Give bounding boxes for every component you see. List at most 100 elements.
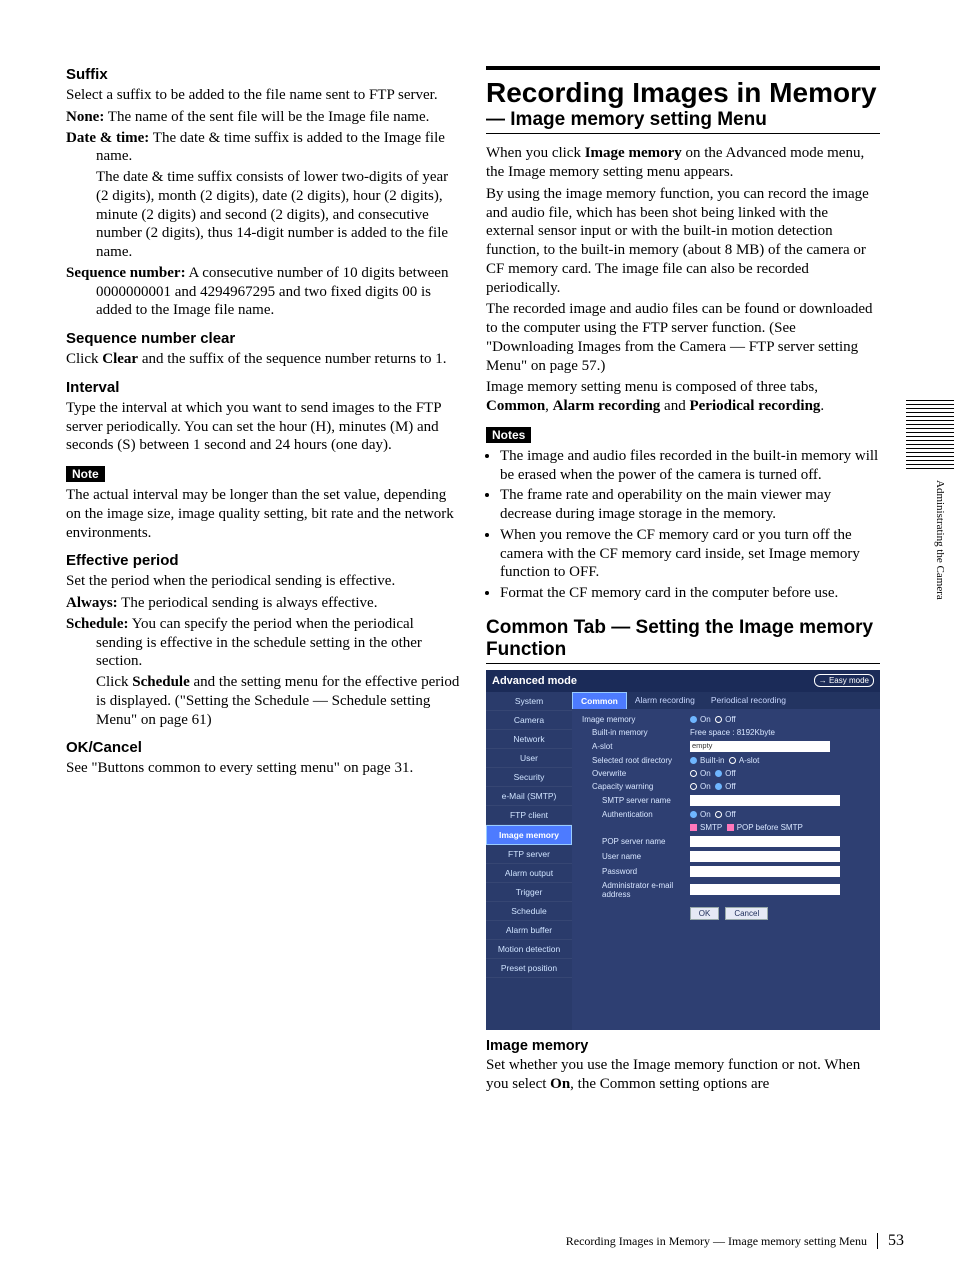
page-content: Suffix Select a suffix to be added to th… (0, 0, 954, 1096)
heading-seqclear: Sequence number clear (66, 330, 460, 347)
checkbox-pop-before-smtp[interactable] (727, 824, 734, 831)
sidebar-item-image-memory[interactable]: Image memory (486, 825, 572, 845)
row-smtp: SMTP server name (582, 795, 876, 806)
sidebar-item-network[interactable]: Network (486, 730, 572, 749)
heading-image-memory: Image memory (486, 1038, 880, 1054)
def-sequence: Sequence number: A consecutive number of… (66, 264, 460, 320)
radio-capw-on[interactable] (690, 783, 697, 790)
label-auth: Authentication (582, 810, 690, 819)
sidebar-item-motion-detection[interactable]: Motion detection (486, 940, 572, 959)
radio-imgmem-on[interactable] (690, 716, 697, 723)
page-footer: Recording Images in Memory — Image memor… (566, 1232, 904, 1250)
heading-okcancel: OK/Cancel (66, 739, 460, 756)
left-column: Suffix Select a suffix to be added to th… (66, 66, 460, 1096)
button-row: OK Cancel (582, 907, 876, 920)
sidebar-item-user[interactable]: User (486, 749, 572, 768)
label-builtin: Built-in memory (582, 728, 690, 737)
okcancel-text: See "Buttons common to every setting men… (66, 759, 460, 778)
suffix-definitions: None: The name of the sent file will be … (66, 108, 460, 320)
heading-common-tab: Common Tab — Setting the Image memory Fu… (486, 617, 880, 664)
label-selroot: Selected root directory (582, 756, 690, 765)
cancel-button[interactable]: Cancel (725, 907, 768, 920)
sidebar-item-ftp-client[interactable]: FTP client (486, 806, 572, 825)
side-section-label: Administrating the Camera (934, 480, 946, 600)
heading-effective: Effective period (66, 552, 460, 569)
interval-text: Type the interval at which you want to s… (66, 399, 460, 455)
def-schedule-detail: Click Schedule and the setting menu for … (66, 673, 460, 729)
label-username: User name (582, 852, 690, 861)
sidebar-item-schedule[interactable]: Schedule (486, 902, 572, 921)
easy-mode-button[interactable]: → Easy mode (814, 674, 874, 687)
sidebar-item-preset-position[interactable]: Preset position (486, 959, 572, 978)
label-capacity-warning: Capacity warning (582, 782, 690, 791)
right-p1: When you click Image memory on the Advan… (486, 144, 880, 182)
notes-label: Notes (486, 427, 531, 443)
row-username: User name (582, 851, 876, 862)
row-auth-opts: SMTP POP before SMTP (582, 823, 876, 832)
def-schedule: Schedule: You can specify the period whe… (66, 615, 460, 671)
page-edge-marks (906, 400, 954, 470)
effective-definitions: Always: The periodical sending is always… (66, 594, 460, 729)
row-aslot: A-slot empty (582, 741, 876, 752)
heading-interval: Interval (66, 379, 460, 396)
radio-auth-on[interactable] (690, 811, 697, 818)
notes-list: The image and audio files recorded in th… (486, 447, 880, 603)
input-pop[interactable] (690, 836, 840, 847)
sidebar-item-trigger[interactable]: Trigger (486, 883, 572, 902)
effective-intro: Set the period when the periodical sendi… (66, 572, 460, 591)
sidebar-item-ftp-server[interactable]: FTP server (486, 845, 572, 864)
note-item: Format the CF memory card in the compute… (500, 584, 880, 603)
heading-suffix: Suffix (66, 66, 460, 83)
value-builtin-freespace: Free space : 8192Kbyte (690, 728, 876, 737)
sidebar-item-camera[interactable]: Camera (486, 711, 572, 730)
def-datetime-detail: The date & time suffix consists of lower… (66, 168, 460, 262)
label-aslot: A-slot (582, 742, 690, 751)
shot-title: Advanced mode (492, 675, 577, 687)
row-builtin: Built-in memory Free space : 8192Kbyte (582, 728, 876, 737)
radio-imgmem-off[interactable] (715, 716, 722, 723)
note-item: The frame rate and operability on the ma… (500, 486, 880, 524)
checkbox-smtp[interactable] (690, 824, 697, 831)
row-capacity-warning: Capacity warning On Off (582, 782, 876, 791)
input-smtp[interactable] (690, 795, 840, 806)
radio-overwrite-off[interactable] (715, 770, 722, 777)
radio-auth-off[interactable] (715, 811, 722, 818)
radio-selroot-builtin[interactable] (690, 757, 697, 764)
note-item: When you remove the CF memory card or yo… (500, 526, 880, 582)
tab-common[interactable]: Common (572, 692, 627, 709)
shot-sidebar: System Camera Network User Security e-Ma… (486, 692, 572, 1030)
footer-title: Recording Images in Memory — Image memor… (566, 1234, 867, 1249)
sidebar-item-alarm-buffer[interactable]: Alarm buffer (486, 921, 572, 940)
shot-form: Image memory On Off Built-in memory Free… (572, 709, 880, 924)
tab-periodical-recording[interactable]: Periodical recording (703, 692, 794, 709)
radio-overwrite-on[interactable] (690, 770, 697, 777)
def-none: None: The name of the sent file will be … (66, 108, 460, 127)
sidebar-item-alarm-output[interactable]: Alarm output (486, 864, 572, 883)
radio-capw-off[interactable] (715, 783, 722, 790)
tab-alarm-recording[interactable]: Alarm recording (627, 692, 703, 709)
right-column: Recording Images in Memory — Image memor… (486, 66, 880, 1096)
settings-screenshot: Advanced mode → Easy mode System Camera … (486, 670, 880, 1030)
label-overwrite: Overwrite (582, 769, 690, 778)
note-text: The actual interval may be longer than t… (66, 486, 460, 542)
label-image-memory: Image memory (582, 715, 690, 724)
ok-button[interactable]: OK (690, 907, 720, 920)
shot-main: Common Alarm recording Periodical record… (572, 692, 880, 1030)
footer-divider (877, 1233, 878, 1249)
note-item: The image and audio files recorded in th… (500, 447, 880, 485)
def-datetime: Date & time: The date & time suffix is a… (66, 129, 460, 167)
input-username[interactable] (690, 851, 840, 862)
row-selroot: Selected root directory Built-in A-slot (582, 756, 876, 765)
sidebar-item-system[interactable]: System (486, 692, 572, 711)
label-smtp: SMTP server name (582, 796, 690, 805)
image-memory-text: Set whether you use the Image memory fun… (486, 1056, 880, 1094)
input-admin-email[interactable] (690, 884, 840, 895)
subheading-image-memory-menu: — Image memory setting Menu (486, 109, 880, 134)
sidebar-item-email[interactable]: e-Mail (SMTP) (486, 787, 572, 806)
suffix-intro: Select a suffix to be added to the file … (66, 86, 460, 105)
radio-selroot-aslot[interactable] (729, 757, 736, 764)
right-p2: By using the image memory function, you … (486, 185, 880, 298)
sidebar-item-security[interactable]: Security (486, 768, 572, 787)
input-password[interactable] (690, 866, 840, 877)
seqclear-text: Click Clear and the suffix of the sequen… (66, 350, 460, 369)
